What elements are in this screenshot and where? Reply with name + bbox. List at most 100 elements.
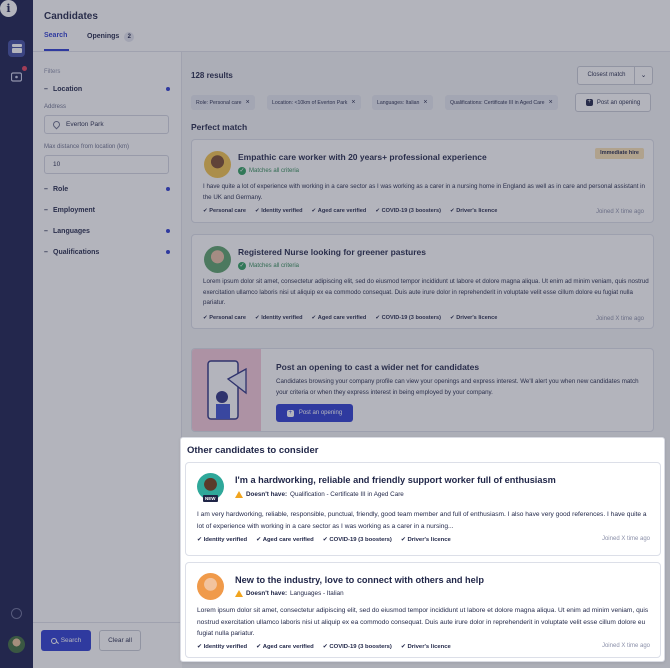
sort-dropdown[interactable]: Closest match ⌄ xyxy=(577,66,653,85)
tag: COVID-19 (3 boosters) xyxy=(323,537,392,543)
distance-input[interactable]: 10 xyxy=(44,155,169,174)
close-icon[interactable]: × xyxy=(549,99,553,106)
missing-value: Qualification - Certificate III in Aged … xyxy=(290,491,404,498)
filter-group-label: Qualifications xyxy=(53,248,100,256)
candidate-card[interactable]: Empathic care worker with 20 years+ prof… xyxy=(191,139,654,223)
filter-group-employment[interactable]: – Employment xyxy=(44,204,170,216)
other-candidates-panel: Other candidates to consider NEW I'm a h… xyxy=(180,437,665,662)
candidate-card[interactable]: Registered Nurse looking for greener pas… xyxy=(191,234,654,329)
tab-openings[interactable]: Openings 2 xyxy=(87,32,135,42)
candidate-card[interactable]: NEW I'm a hardworking, reliable and frie… xyxy=(185,462,661,556)
address-input[interactable]: Everton Park xyxy=(44,115,169,134)
check-icon: ✓ xyxy=(238,262,246,270)
active-filter-dot xyxy=(166,87,170,91)
address-value: Everton Park xyxy=(66,121,104,128)
filter-group-location[interactable]: – Location xyxy=(44,83,170,95)
active-filter-dot xyxy=(166,187,170,191)
address-label: Address xyxy=(44,104,67,110)
clear-all-button[interactable]: Clear all xyxy=(99,630,141,651)
filter-chip-qualifications[interactable]: Qualifications: Certificate III in Aged … xyxy=(445,95,558,110)
search-button-label: Search xyxy=(60,637,82,644)
pin-icon xyxy=(51,119,62,130)
candidates-icon[interactable] xyxy=(8,40,25,57)
filters-heading: Filters xyxy=(44,69,61,75)
candidate-card[interactable]: New to the industry, love to connect wit… xyxy=(185,562,661,658)
close-icon[interactable]: × xyxy=(423,99,427,106)
missing-criteria: Doesn't have: Qualification - Certificat… xyxy=(235,491,404,498)
sort-value: Closest match xyxy=(587,72,626,78)
post-opening-label: Post an opening xyxy=(596,99,641,106)
missing-value: Languages - Italian xyxy=(290,590,344,597)
filter-group-role[interactable]: – Role xyxy=(44,183,170,195)
filter-group-label: Role xyxy=(53,185,69,193)
filter-chip-languages[interactable]: Languages: Italian × xyxy=(372,95,433,110)
filters-footer: Search Clear all xyxy=(33,622,182,668)
tag: Aged care verified xyxy=(256,537,314,543)
filter-group-languages[interactable]: – Languages xyxy=(44,225,170,237)
promo-button-label: Post an opening xyxy=(298,410,343,416)
distance-value: 10 xyxy=(53,161,61,168)
plus-icon: + xyxy=(286,409,294,417)
joined-time: Joined X time ago xyxy=(601,643,650,649)
tag: COVID-19 (3 boosters) xyxy=(375,315,441,321)
candidate-tags: Personal care Identity verified Aged car… xyxy=(203,208,497,214)
warning-icon xyxy=(235,491,243,498)
search-button[interactable]: Search xyxy=(41,630,91,651)
tag: COVID-19 (3 boosters) xyxy=(323,644,392,650)
match-indicator: ✓ Matches all criteria xyxy=(238,167,299,175)
candidate-title[interactable]: Registered Nurse looking for greener pas… xyxy=(238,247,426,257)
candidate-avatar xyxy=(204,151,231,178)
post-opening-promo: Post an opening to cast a wider net for … xyxy=(191,348,654,432)
candidate-avatar xyxy=(204,246,231,273)
user-avatar[interactable] xyxy=(8,636,25,653)
plus-icon: + xyxy=(585,99,593,106)
close-icon[interactable]: × xyxy=(351,99,355,106)
tag: Aged care verified xyxy=(312,208,367,214)
candidate-title[interactable]: New to the industry, love to connect wit… xyxy=(235,575,484,585)
chip-label: Qualifications: Certificate III in Aged … xyxy=(450,99,545,106)
filter-group-qualifications[interactable]: – Qualifications xyxy=(44,246,170,258)
candidate-tags: Identity verified Aged care verified COV… xyxy=(197,537,451,543)
filter-chip-location[interactable]: Location: <10km of Everton Park × xyxy=(267,95,361,110)
candidate-avatar xyxy=(197,573,224,600)
chevron-up-icon: – xyxy=(44,85,48,93)
new-badge: NEW xyxy=(203,495,218,502)
filter-chip-role[interactable]: Role: Personal care × xyxy=(191,95,255,110)
tag: Driver's licence xyxy=(450,208,497,214)
results-count: 128 results xyxy=(191,71,233,80)
tag: Driver's licence xyxy=(401,537,450,543)
messages-icon[interactable] xyxy=(8,66,27,85)
chip-label: Languages: Italian xyxy=(377,99,420,106)
filter-group-label: Languages xyxy=(53,227,90,235)
joined-time: Joined X time ago xyxy=(595,316,644,322)
megaphone-illustration xyxy=(192,349,261,431)
active-tab-indicator xyxy=(44,49,69,51)
warning-icon xyxy=(235,590,243,597)
help-icon[interactable] xyxy=(11,608,22,619)
match-label: Matches all criteria xyxy=(249,263,300,269)
promo-body: Candidates browsing your company profile… xyxy=(276,378,639,396)
tag: COVID-19 (3 boosters) xyxy=(375,208,441,214)
tag: Aged care verified xyxy=(256,644,314,650)
immediate-hire-badge: Immediate hire xyxy=(595,148,644,159)
tab-search[interactable]: Search xyxy=(44,32,67,39)
candidate-title[interactable]: Empathic care worker with 20 years+ prof… xyxy=(238,152,487,162)
post-opening-button[interactable]: + Post an opening xyxy=(575,93,651,112)
chevron-down-icon: ⌄ xyxy=(634,67,652,84)
perfect-match-heading: Perfect match xyxy=(191,122,248,132)
chip-label: Location: <10km of Everton Park xyxy=(272,99,348,106)
close-icon[interactable]: × xyxy=(246,99,250,106)
candidate-title[interactable]: I'm a hardworking, reliable and friendly… xyxy=(235,475,556,485)
active-filter-dot xyxy=(166,229,170,233)
info-icon[interactable]: i xyxy=(0,0,17,17)
match-indicator: ✓ Matches all criteria xyxy=(238,262,299,270)
missing-label: Doesn't have: xyxy=(246,491,288,498)
match-label: Matches all criteria xyxy=(249,168,300,174)
filter-group-label: Employment xyxy=(53,206,96,214)
candidate-summary: Lorem ipsum dolor sit amet, consectetur … xyxy=(197,607,649,637)
filter-group-label: Location xyxy=(53,85,83,93)
joined-time: Joined X time ago xyxy=(595,209,644,215)
promo-post-opening-button[interactable]: + Post an opening xyxy=(276,404,353,422)
candidate-summary: I am very hardworking, reliable, respons… xyxy=(197,511,647,530)
chevron-down-icon: – xyxy=(44,248,48,256)
